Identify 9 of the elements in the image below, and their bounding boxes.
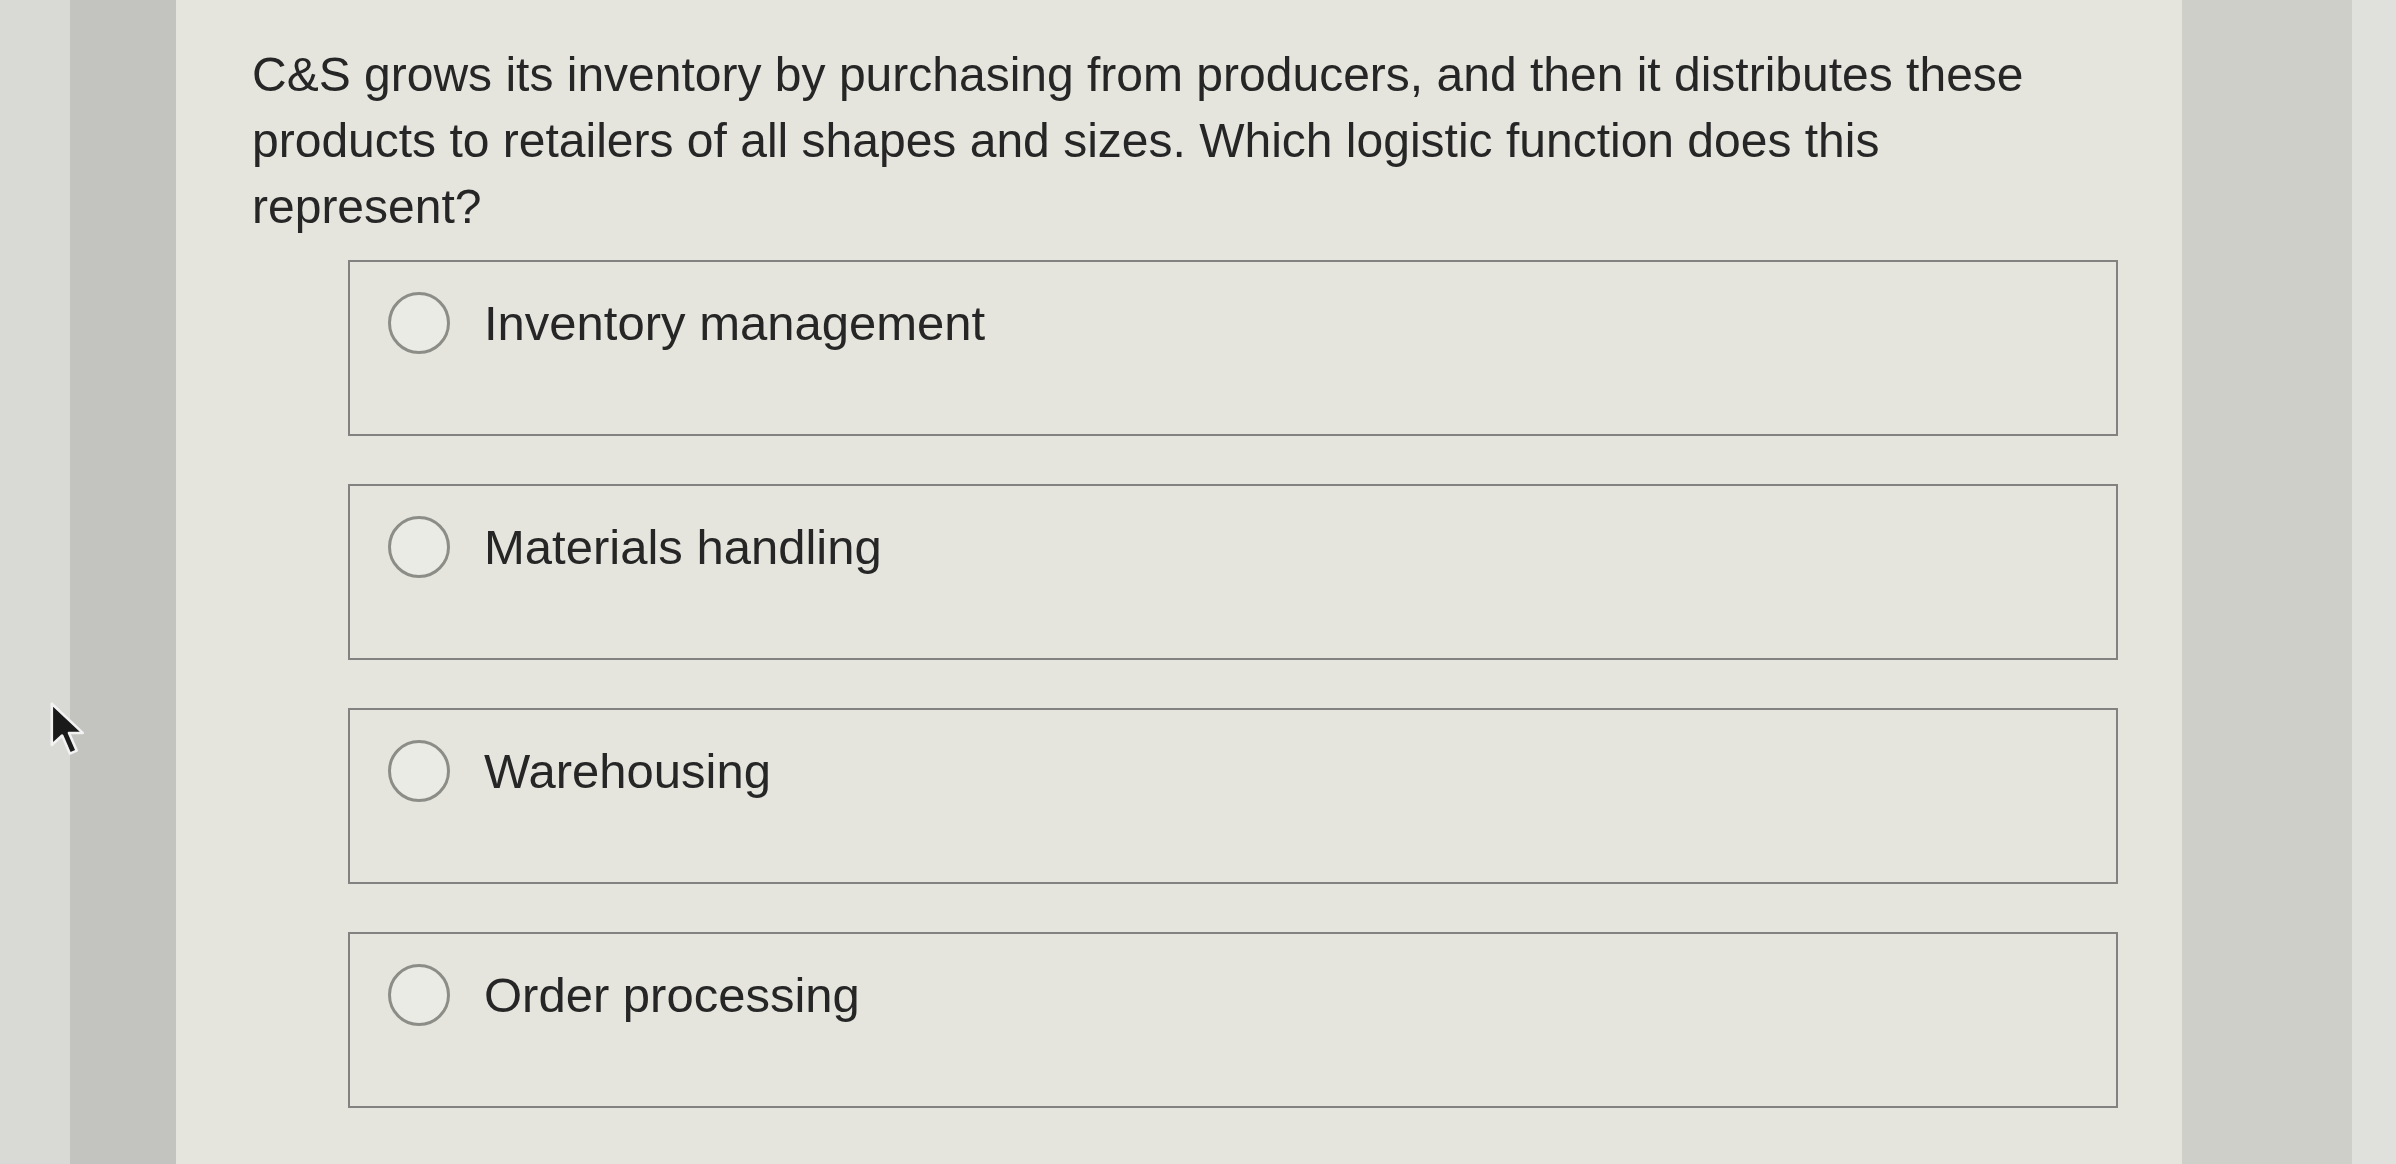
- answer-option[interactable]: Materials handling: [348, 484, 2118, 660]
- radio-button[interactable]: [388, 292, 450, 354]
- question-text: C&S grows its inventory by purchasing from producers, and then it distributes these products to retailers of all shapes and sizes. Which logistic function does this represent?: [252, 47, 2025, 235]
- radio-button[interactable]: [388, 516, 450, 578]
- answer-option[interactable]: Inventory management: [348, 260, 2118, 436]
- radio-button[interactable]: [388, 740, 450, 802]
- answer-option[interactable]: Order processing: [348, 932, 2118, 1108]
- radio-button[interactable]: [388, 964, 450, 1026]
- answer-option[interactable]: Warehousing: [348, 708, 2118, 884]
